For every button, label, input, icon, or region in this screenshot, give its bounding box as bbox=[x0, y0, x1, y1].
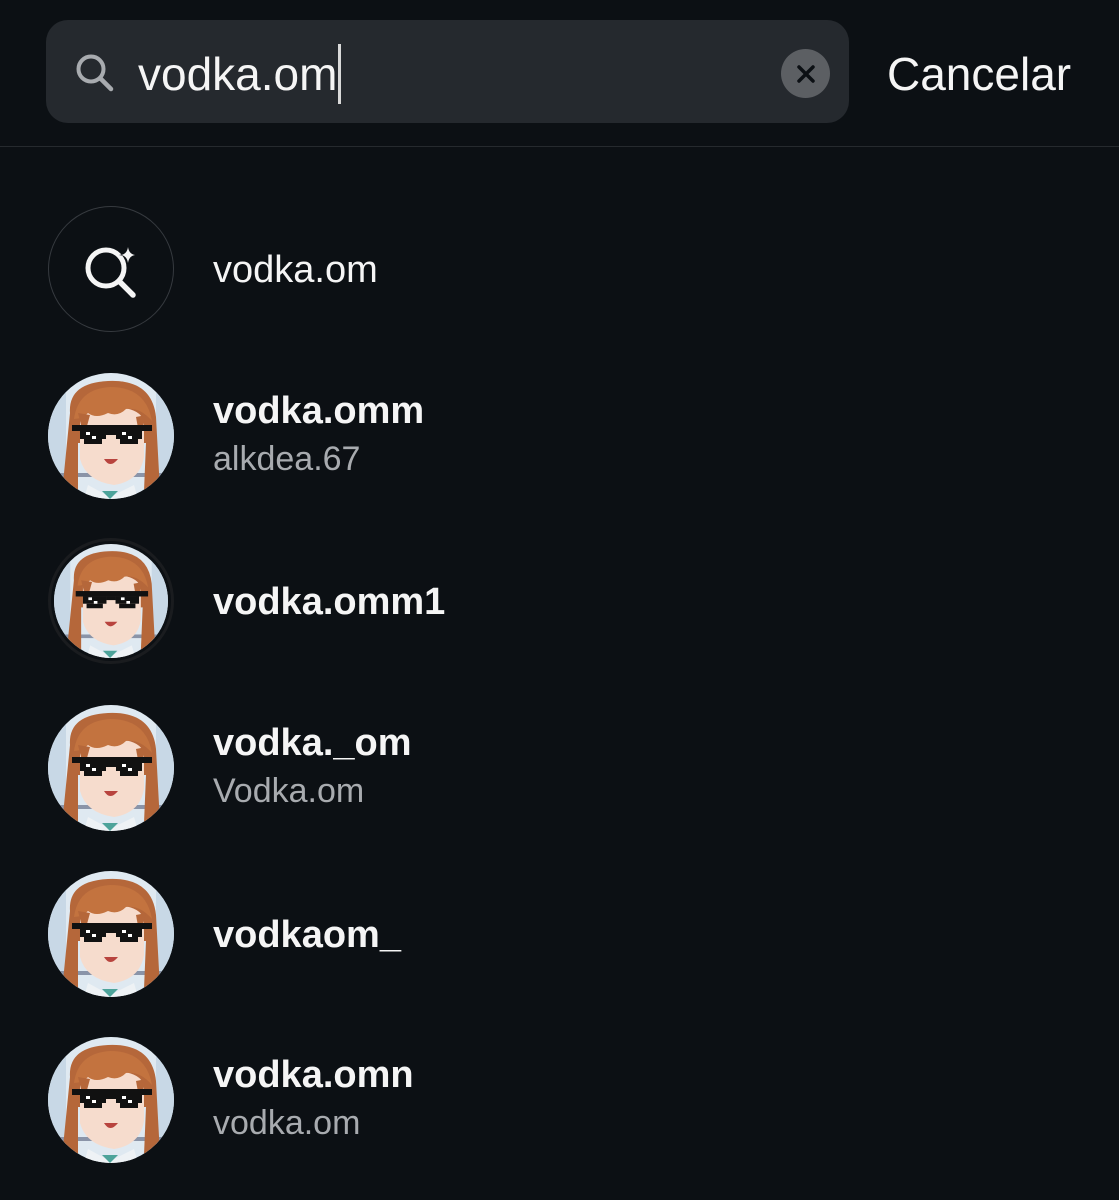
search-query-text: vodka.om bbox=[138, 48, 338, 100]
avatar bbox=[48, 871, 174, 997]
close-icon bbox=[796, 64, 815, 83]
result-username: vodka.omn bbox=[213, 1054, 414, 1096]
cancel-button[interactable]: Cancelar bbox=[887, 42, 1071, 106]
avatar bbox=[48, 705, 174, 831]
result-subtitle: alkdea.67 bbox=[213, 440, 361, 478]
avatar bbox=[48, 538, 174, 664]
result-subtitle: Vodka.om bbox=[213, 772, 365, 810]
result-username: vodka._om bbox=[213, 722, 412, 764]
sparkle-search-icon bbox=[85, 245, 137, 298]
search-screen: vodka.om Cancelar vodka.om vodka.omm alk… bbox=[0, 0, 1119, 1200]
result-row[interactable]: vodka.omm1 bbox=[0, 538, 1119, 678]
result-row[interactable]: vodkaom_ bbox=[0, 871, 1119, 1011]
avatar bbox=[48, 1037, 174, 1163]
keyword-suggestion-row[interactable]: vodka.om bbox=[0, 206, 1119, 346]
result-username: vodkaom_ bbox=[213, 914, 401, 956]
result-row[interactable]: vodka.omm alkdea.67 bbox=[0, 373, 1119, 513]
clear-search-button[interactable] bbox=[781, 49, 830, 98]
avatar bbox=[48, 373, 174, 499]
result-username: vodka.omm bbox=[213, 390, 425, 432]
result-row[interactable]: vodka.omn vodka.om bbox=[0, 1037, 1119, 1177]
result-subtitle: vodka.om bbox=[213, 1104, 361, 1142]
search-icon bbox=[76, 54, 114, 92]
keyword-icon-circle bbox=[48, 206, 174, 332]
result-row[interactable]: vodka._om Vodka.om bbox=[0, 705, 1119, 845]
keyword-suggestion-text: vodka.om bbox=[213, 249, 378, 291]
text-cursor bbox=[338, 43, 342, 104]
search-input[interactable]: vodka.om bbox=[138, 38, 758, 110]
header-divider bbox=[0, 146, 1119, 147]
result-username: vodka.omm1 bbox=[213, 581, 446, 623]
